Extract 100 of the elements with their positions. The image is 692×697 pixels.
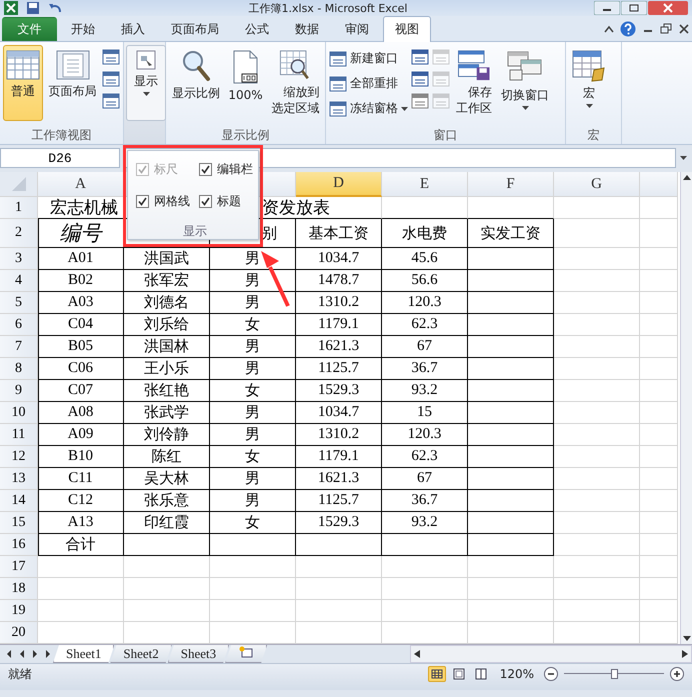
unhide-icon[interactable] [411, 93, 429, 109]
ribbon-button[interactable]: 宏 [569, 45, 609, 121]
restore-icon[interactable] [660, 23, 672, 35]
ribbon-tab[interactable]: 页面布局 [159, 17, 231, 41]
custom-view-icon[interactable] [102, 71, 120, 87]
column-header[interactable]: E [382, 172, 468, 197]
show-button[interactable]: 显示 [126, 45, 166, 121]
table-cell: 女 [210, 446, 296, 468]
column-header[interactable]: D [296, 172, 382, 197]
ribbon-tab[interactable]: 公式 [233, 17, 281, 41]
table-cell: 女 [210, 512, 296, 534]
app-icon[interactable] [4, 1, 18, 15]
save-workspace-icon [456, 50, 492, 81]
horizontal-scrollbar[interactable] [410, 645, 692, 663]
hide-icon[interactable] [411, 71, 429, 87]
ribbon-command[interactable]: 冻结窗格 [329, 99, 408, 118]
slider-thumb[interactable] [611, 669, 618, 679]
sheet-tab[interactable]: Sheet2 [110, 645, 172, 663]
status-text: 就绪 [8, 666, 32, 682]
row-header[interactable]: 18 [0, 578, 38, 600]
insert-sheet-button[interactable] [225, 645, 268, 663]
minus-icon [547, 670, 555, 678]
table-cell: 吴大林 [124, 468, 210, 490]
row-header[interactable]: 17 [0, 556, 38, 578]
page-break-icon[interactable] [102, 49, 120, 65]
ribbon-button[interactable]: 100% [226, 45, 266, 121]
scroll-right-icon[interactable] [682, 650, 688, 658]
ribbon-button[interactable]: 普通 [3, 45, 43, 121]
undo-icon[interactable] [48, 2, 62, 14]
sheet-tab[interactable]: Sheet1 [53, 645, 114, 663]
table-cell: 1179.1 [296, 446, 382, 468]
column-header[interactable]: A [38, 172, 124, 197]
ribbon-tab[interactable]: 文件 [2, 17, 57, 41]
column-header[interactable]: F [468, 172, 554, 197]
ribbon-tab[interactable]: 插入 [109, 17, 157, 41]
scroll-left-icon[interactable] [414, 650, 420, 658]
checkbox[interactable] [199, 162, 212, 176]
row-header[interactable]: 5 [0, 292, 38, 314]
ribbon-command[interactable]: 全部重排 [329, 74, 408, 93]
window-icon[interactable] [329, 100, 347, 116]
close-icon[interactable] [648, 1, 688, 15]
row-header[interactable]: 7 [0, 336, 38, 358]
checkbox-label: 编辑栏 [217, 160, 253, 178]
collapse-ribbon-icon[interactable] [604, 25, 614, 33]
close-icon[interactable] [678, 23, 690, 35]
row-header[interactable]: 8 [0, 358, 38, 380]
row-header[interactable]: 9 [0, 380, 38, 402]
table-cell: 女 [210, 380, 296, 402]
table-cell: 15 [382, 402, 468, 424]
table-cell: 刘德名 [124, 292, 210, 314]
scroll-up-icon[interactable] [682, 174, 690, 180]
table-cell: A08 [38, 402, 124, 424]
checkbox-label: 标尺 [154, 160, 178, 178]
ribbon-button[interactable]: 显示比例 [169, 45, 222, 121]
ribbon-tab[interactable]: 视图 [383, 16, 431, 42]
ribbon-command[interactable]: 新建窗口 [329, 49, 408, 68]
scroll-down-icon[interactable] [682, 636, 690, 642]
row-header[interactable]: 11 [0, 424, 38, 446]
zoom-in-button[interactable] [670, 667, 684, 681]
row-header[interactable]: 16 [0, 534, 38, 556]
ribbon-button[interactable]: 缩放到选定区域 [268, 45, 322, 121]
save-icon[interactable] [26, 1, 40, 15]
row-header[interactable]: 2 [0, 219, 38, 248]
row-header[interactable]: 6 [0, 314, 38, 336]
ribbon-tab[interactable]: 数据 [283, 17, 331, 41]
ribbon-button[interactable]: 保存工作区 [453, 45, 495, 121]
table-cell: 王小乐 [124, 358, 210, 380]
vertical-scrollbar[interactable] [680, 172, 692, 644]
row-header[interactable]: 3 [0, 248, 38, 270]
row-header[interactable]: 1 [0, 197, 38, 219]
window-icon[interactable] [329, 50, 347, 66]
name-box[interactable]: D26 [0, 148, 120, 168]
sheet-tab[interactable]: Sheet3 [168, 645, 230, 663]
row-header[interactable]: 19 [0, 600, 38, 622]
minimize-icon[interactable] [594, 1, 620, 15]
help-icon[interactable] [620, 21, 636, 37]
row-header[interactable]: 12 [0, 446, 38, 468]
split-icon[interactable] [411, 49, 429, 65]
view-button[interactable] [428, 666, 446, 682]
ribbon-button[interactable]: 页面布局 [46, 45, 99, 121]
column-header[interactable]: G [554, 172, 640, 197]
ribbon-button[interactable]: 切换窗口 [498, 45, 552, 121]
window-icon[interactable] [329, 76, 347, 92]
ribbon-tab[interactable]: 审阅 [333, 17, 381, 41]
ribbon-tab[interactable]: 开始 [59, 17, 107, 41]
row-header[interactable]: 14 [0, 490, 38, 512]
row-header[interactable]: 13 [0, 468, 38, 490]
row-header[interactable]: 20 [0, 622, 38, 644]
checkbox[interactable] [136, 194, 149, 208]
row-header[interactable]: 4 [0, 270, 38, 292]
expand-icon [680, 156, 687, 160]
restore-icon[interactable] [621, 1, 647, 15]
row-header[interactable]: 10 [0, 402, 38, 424]
row-header[interactable]: 15 [0, 512, 38, 534]
zoom-out-button[interactable] [544, 667, 558, 681]
zoom-level[interactable]: 120% [500, 667, 534, 681]
table-cell: 男 [210, 424, 296, 446]
table-cell: 张乐意 [124, 490, 210, 512]
full-screen-icon[interactable] [102, 93, 120, 109]
checkbox[interactable] [199, 194, 212, 208]
